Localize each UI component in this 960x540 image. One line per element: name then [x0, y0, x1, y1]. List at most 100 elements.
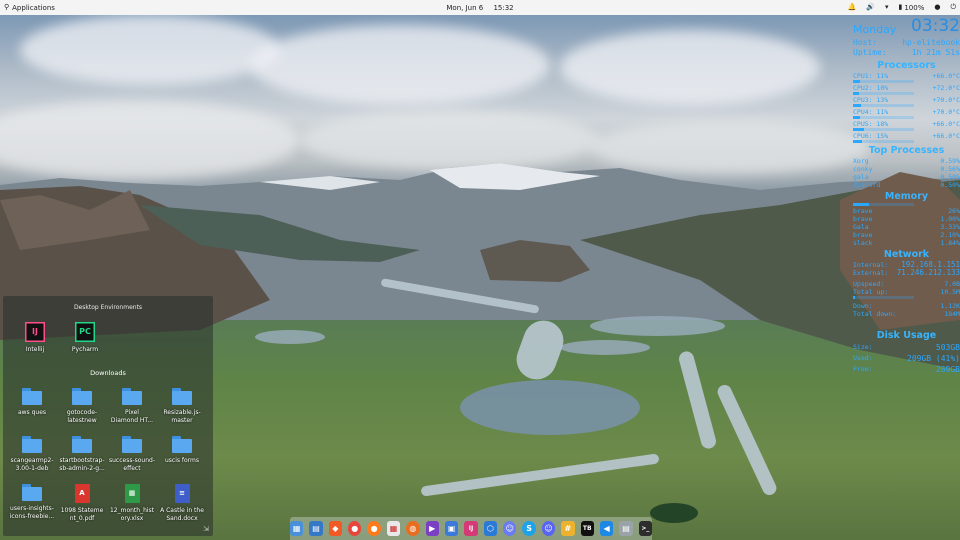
- calendar-icon[interactable]: ▦: [386, 521, 401, 536]
- disk-free-label: Free:: [853, 365, 873, 373]
- desktop-item[interactable]: startbootstrap-sb-admin-2-g...: [57, 436, 107, 473]
- panel-date[interactable]: Mon, Jun 6: [446, 4, 483, 12]
- memory-process-row: brave 1.00%: [853, 215, 960, 223]
- disk-size-label: Size:: [853, 343, 873, 351]
- desktop-item[interactable]: ≡ A Castle in the Sand.docx: [157, 484, 207, 523]
- disk-used-value: 209GB (41%): [907, 354, 960, 363]
- document-file-icon: ≡: [174, 484, 190, 503]
- host-value: hp-elitebook: [902, 38, 960, 47]
- desktop-item[interactable]: Pixel Diamond HT...: [107, 388, 157, 425]
- chrome-icon[interactable]: ●: [348, 521, 362, 536]
- intellij-icon[interactable]: IJ: [464, 521, 478, 536]
- cpu-usage-bar: [853, 104, 914, 107]
- process-percent: 0.59%: [940, 157, 960, 165]
- sourcetree-icon[interactable]: ⬡: [483, 521, 498, 536]
- multitasking-view-icon[interactable]: ▦: [289, 521, 304, 536]
- process-name: discord: [853, 181, 881, 189]
- disk-used-label: Used:: [853, 354, 873, 362]
- intellij-launcher[interactable]: IJ Intellij: [10, 322, 60, 354]
- wifi-icon[interactable]: ▾: [885, 4, 889, 11]
- total-down-label: Total down:: [853, 310, 897, 318]
- desktop-item-label: Diamond HT...: [110, 417, 154, 424]
- brave-icon[interactable]: ◆: [328, 521, 343, 536]
- desktop-item[interactable]: scangearmp2- 3.00-1-deb: [7, 436, 57, 473]
- host-label: Host:: [853, 38, 878, 47]
- pdf-file-icon: A: [74, 484, 90, 503]
- cpu-usage-bar: [853, 140, 914, 143]
- process-name: brave: [853, 231, 873, 239]
- cpu-label: CPU3: 13%: [853, 96, 889, 104]
- files-icon[interactable]: ▤: [309, 521, 323, 536]
- desktop-item-label: Pixel: [125, 409, 139, 416]
- volume-icon[interactable]: 🔊: [866, 4, 875, 11]
- resize-handle-icon[interactable]: ⇲: [203, 525, 209, 533]
- battery-indicator[interactable]: ▮ 100%: [898, 4, 924, 12]
- desktop-item-label: master: [171, 417, 193, 424]
- cpu-temp: +70.0°C: [932, 96, 960, 104]
- terminal-icon[interactable]: >_: [638, 521, 653, 536]
- desktop-item-label: users-insights-: [10, 505, 54, 512]
- cpu-usage-fill: [853, 104, 861, 107]
- desktop-item[interactable]: Resizable.js-master: [157, 388, 207, 425]
- cpu-row: CPU1: 11% +66.0°C: [853, 72, 960, 80]
- top-process-row: gala 0.50%: [853, 173, 960, 181]
- power-icon[interactable]: ⏻: [950, 4, 956, 11]
- cpu-label: CPU2: 10%: [853, 84, 889, 92]
- desktop-item-label: 1098 Stateme: [60, 507, 104, 514]
- user-icon[interactable]: ●: [934, 4, 940, 11]
- slack-icon[interactable]: #: [561, 521, 575, 536]
- desktop-item[interactable]: uscis forms: [157, 436, 207, 465]
- down-value: 1.12K: [940, 302, 960, 310]
- desktop-item[interactable]: aws ques: [7, 388, 57, 417]
- panel-time[interactable]: 15:32: [493, 4, 513, 12]
- discord-alt-icon[interactable]: ☺: [503, 521, 517, 536]
- desktop-item-label: sb-admin-2-g...: [59, 465, 105, 472]
- ubuntu-software-icon[interactable]: ◍: [406, 521, 420, 536]
- folder-icon: [72, 388, 92, 405]
- cpu-usage-fill: [853, 128, 864, 131]
- desktop-item[interactable]: A 1098 Stateme nt_0.pdf: [57, 484, 107, 523]
- down-label: Down:: [853, 302, 873, 310]
- system-monitor-icon[interactable]: ▤: [619, 521, 633, 536]
- battery-percent: 100%: [904, 3, 925, 12]
- pycharm-launcher[interactable]: PC Pycharm: [60, 322, 110, 354]
- intellij-icon: IJ: [25, 322, 45, 342]
- desktop-item-label: Sand.docx: [166, 515, 198, 522]
- cpu-temp: +70.0°C: [932, 108, 960, 116]
- process-percent: 26%: [948, 207, 960, 215]
- jetbrains-toolbox-icon[interactable]: TB: [580, 521, 594, 536]
- vscode-icon[interactable]: ◀: [599, 521, 614, 536]
- skype-icon[interactable]: S: [522, 521, 536, 536]
- process-percent: 3.33%: [940, 223, 960, 231]
- notifications-icon[interactable]: 🔔: [848, 4, 857, 11]
- desktop-item[interactable]: gotocode-latestnew: [57, 388, 107, 425]
- media-player-icon[interactable]: ▶: [425, 521, 439, 536]
- cpu-label: CPU1: 11%: [853, 72, 889, 80]
- desktop-item-label: uscis forms: [164, 457, 200, 464]
- desktop-item[interactable]: success-sound-effect: [107, 436, 157, 473]
- cpu-row: CPU2: 10% +72.0°C: [853, 84, 960, 92]
- cpu-usage-fill: [853, 116, 860, 119]
- total-down-value: 184M: [944, 310, 960, 318]
- desktop-item[interactable]: ▦ 12_month_hist ory.xlsx: [107, 484, 157, 523]
- discord-icon[interactable]: ☺: [541, 521, 556, 536]
- applications-menu[interactable]: ⚲ Applications: [4, 4, 55, 12]
- internal-ip-label: Internal:: [853, 261, 889, 269]
- app-store-icon[interactable]: ▣: [444, 521, 459, 536]
- folder-icon: [22, 388, 42, 405]
- firefox-icon[interactable]: ●: [367, 521, 381, 536]
- disk-usage-heading: Disk Usage: [876, 330, 937, 341]
- process-name: Gala: [853, 223, 869, 231]
- memory-usage-fill: [853, 203, 869, 206]
- spreadsheet-file-icon: ▦: [124, 484, 140, 503]
- desktop-item-label: A Castle in the: [160, 507, 204, 514]
- process-name: gala: [853, 173, 869, 181]
- desktop-item-label: scangearmp2-: [10, 457, 54, 464]
- cpu-temp: +66.0°C: [932, 72, 960, 80]
- process-name: slack: [853, 239, 873, 247]
- cpu-row: CPU4: 11% +70.0°C: [853, 108, 960, 116]
- process-percent: 0.56%: [940, 165, 960, 173]
- desktop-item-label: aws ques: [17, 409, 47, 416]
- upspeed-value: 7.0B: [944, 280, 960, 288]
- desktop-item[interactable]: users-insights-icons-freebie...: [7, 484, 57, 521]
